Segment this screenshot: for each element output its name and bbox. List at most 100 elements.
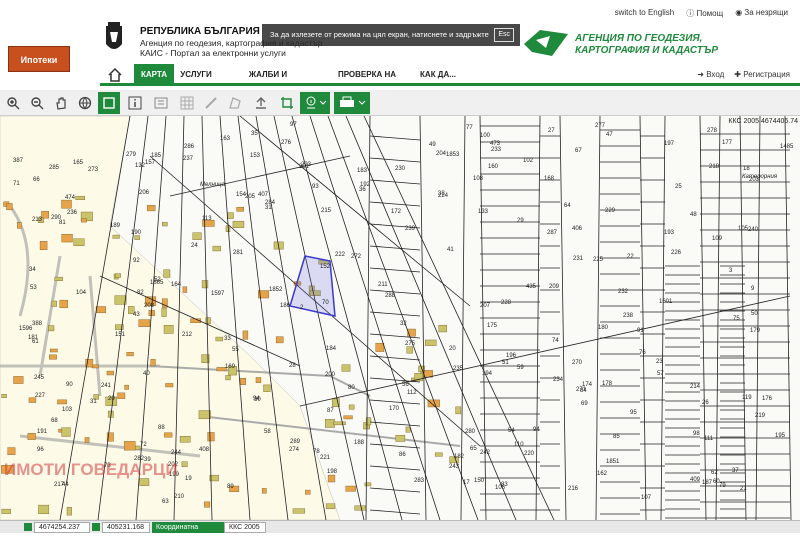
parcel-number: 222	[335, 252, 346, 258]
parcel-number: 474	[65, 195, 76, 201]
nav-how-to[interactable]: КАК ДА...	[416, 64, 460, 86]
english-link[interactable]: switch to English	[615, 8, 675, 19]
republic-title: РЕПУБЛИКА БЪЛГАРИЯ	[140, 26, 260, 37]
parcel-number: 57	[657, 371, 664, 377]
zoom-out-icon[interactable]	[26, 92, 48, 114]
parcel-number: 234	[553, 377, 564, 383]
parcel-number: 69	[581, 401, 588, 407]
parcel-number: 68	[51, 418, 58, 424]
nav-status-check[interactable]: ПРОВЕРКА НА СТАТУС	[322, 64, 412, 101]
parcel-number: 22	[627, 254, 634, 260]
parcel-number: 220	[524, 451, 535, 457]
building	[262, 488, 267, 494]
building	[6, 203, 13, 211]
help-link[interactable]: ⓘ Помощ	[686, 8, 723, 19]
building	[341, 364, 351, 372]
parcel-number: 56	[402, 382, 409, 388]
parcel-number: 19	[185, 476, 192, 482]
zoom-in-icon[interactable]	[2, 92, 24, 114]
map-toolbar	[0, 90, 800, 116]
building	[325, 419, 335, 428]
parcel-number: 77	[466, 125, 473, 131]
building	[61, 199, 72, 209]
building	[162, 221, 168, 227]
parcel-number: 192	[360, 182, 371, 188]
measure-area-icon[interactable]	[224, 92, 246, 114]
parcel-number: 215	[321, 208, 332, 214]
building	[1, 508, 11, 514]
parcel-number: 235	[453, 366, 464, 372]
building	[343, 415, 353, 420]
region-label: Мелница	[200, 182, 226, 188]
pan-hand-icon[interactable]	[50, 92, 72, 114]
globe-icon[interactable]	[74, 92, 96, 114]
grid-icon[interactable]	[176, 92, 198, 114]
select-rectangle-icon[interactable]	[98, 92, 120, 114]
building	[163, 325, 174, 334]
parcel-number: 244	[171, 450, 182, 456]
building	[27, 433, 36, 440]
info-dropdown-icon[interactable]	[300, 92, 330, 114]
register-link[interactable]: ✚ Регистрация	[734, 70, 790, 79]
parcel-number: 84	[580, 388, 587, 394]
print-icon[interactable]	[334, 92, 370, 114]
parcel-number: 17	[463, 480, 470, 486]
building	[112, 234, 120, 239]
building	[438, 324, 448, 333]
parcel-number: 26	[702, 400, 709, 406]
parcel-number: 109	[712, 236, 723, 242]
parcel-number: 187	[702, 480, 713, 486]
parcel-number: 217	[54, 482, 65, 488]
parcel-number: 29	[517, 218, 524, 224]
building	[405, 426, 411, 433]
login-link[interactable]: ➜ Вход	[697, 70, 724, 79]
upload-icon[interactable]	[250, 92, 272, 114]
nav-complaints[interactable]: ЖАЛБИ И ВЪЗРАЖЕНИЯ	[220, 64, 316, 101]
parcel-number: 111	[704, 436, 714, 442]
parcel-number: 227	[35, 393, 46, 399]
parcel-number: 169	[225, 364, 236, 370]
parcel-number: 281	[233, 250, 244, 256]
parcel-number: 100	[480, 133, 491, 139]
building	[232, 220, 245, 228]
parcel-number: 82	[137, 290, 144, 296]
parcel-number: 219	[755, 413, 766, 419]
nav-services[interactable]: УСЛУГИ	[176, 64, 216, 86]
parcel-number: 20	[449, 346, 456, 352]
parcel-number: 275	[405, 341, 416, 347]
measure-line-icon[interactable]	[200, 92, 222, 114]
brand-logo[interactable]: Ипотеки	[8, 46, 70, 72]
parcel-number: 194	[482, 371, 493, 377]
parcel-number: 218	[709, 164, 720, 170]
parcel-number: 224	[438, 193, 449, 199]
building	[59, 299, 69, 308]
building	[242, 330, 249, 340]
parcel-number: 107	[641, 495, 652, 501]
cadastral-map[interactable]: 31 3 29 9 2 119 28 27 26 25 24 23 22 30 31 32 33 34 35 36 37…	[0, 116, 800, 520]
building	[39, 241, 48, 251]
parcel-number: 78	[313, 449, 320, 455]
accessibility-link[interactable]: ◉ За незрящи	[735, 8, 788, 19]
nav-map[interactable]: КАРТА	[134, 64, 174, 86]
home-icon[interactable]	[108, 68, 122, 82]
parcel-number: 290	[51, 215, 62, 221]
building	[434, 452, 443, 457]
building	[207, 432, 215, 442]
building	[215, 336, 224, 342]
parcel-number: 238	[623, 313, 634, 319]
agency-logo-text: АГЕНЦИЯ ПО ГЕОДЕЗИЯ, КАРТОГРАФИЯ И КАДАС…	[575, 33, 719, 56]
parcel-number: 163	[220, 136, 231, 142]
parcel-number: 28	[289, 363, 296, 369]
info-icon[interactable]	[124, 92, 146, 114]
crs-value[interactable]: ККС 2005	[224, 522, 266, 533]
parcel-number: 112	[407, 390, 417, 396]
parcel-number: 274	[289, 447, 300, 453]
parcel-number: 95	[630, 410, 637, 416]
parcel-number: 184	[326, 346, 337, 352]
parcel-number: 387	[13, 158, 24, 164]
parcel-number: 208	[144, 303, 155, 309]
parcel-number: 207	[480, 303, 491, 309]
crop-icon[interactable]	[276, 92, 298, 114]
layers-panel-icon[interactable]	[150, 92, 172, 114]
parcel-number: 197	[664, 141, 675, 147]
